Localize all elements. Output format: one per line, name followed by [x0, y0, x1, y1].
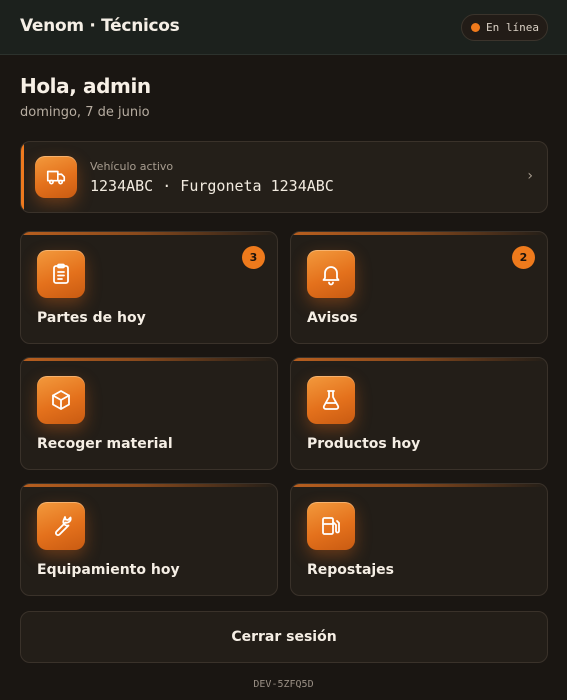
current-date: domingo, 7 de junio — [20, 105, 150, 120]
app-title: Venom · Técnicos — [20, 16, 180, 36]
clipboard-icon — [37, 250, 85, 298]
vehicle-value: 1234ABC · Furgoneta 1234ABC — [90, 177, 334, 195]
status-badge: En línea — [461, 14, 548, 41]
tile-accent-line — [21, 484, 277, 487]
tile-equipamiento-hoy[interactable]: Equipamiento hoy — [20, 483, 278, 596]
tile-label: Partes de hoy — [37, 310, 146, 326]
status-text: En línea — [486, 21, 539, 34]
tile-label: Recoger material — [37, 436, 173, 452]
tile-repostajes[interactable]: Repostajes — [290, 483, 548, 596]
count-badge: 2 — [512, 246, 535, 269]
tile-recoger-material[interactable]: Recoger material — [20, 357, 278, 470]
device-id: DEV-5ZFQ5D — [253, 679, 314, 690]
fuel-pump-icon — [307, 502, 355, 550]
chevron-right-icon: › — [527, 168, 533, 184]
active-vehicle-card[interactable]: Vehículo activo 1234ABC · Furgoneta 1234… — [20, 141, 548, 213]
truck-icon — [35, 156, 77, 198]
tile-avisos[interactable]: Avisos 2 — [290, 231, 548, 344]
wrench-icon — [37, 502, 85, 550]
tile-accent-line — [291, 232, 547, 235]
logout-button[interactable]: Cerrar sesión — [20, 611, 548, 663]
count-badge: 3 — [242, 246, 265, 269]
tile-productos-hoy[interactable]: Productos hoy — [290, 357, 548, 470]
tile-label: Productos hoy — [307, 436, 421, 452]
vehicle-card-accent — [21, 142, 24, 212]
tile-partes-de-hoy[interactable]: Partes de hoy 3 — [20, 231, 278, 344]
greeting-title: Hola, admin — [20, 74, 151, 98]
tile-accent-line — [291, 358, 547, 361]
tile-label: Repostajes — [307, 562, 395, 578]
app-header: Venom · Técnicos En línea — [0, 0, 567, 55]
vehicle-label: Vehículo activo — [90, 160, 174, 173]
flask-icon — [307, 376, 355, 424]
tile-accent-line — [21, 232, 277, 235]
tile-label: Equipamiento hoy — [37, 562, 180, 578]
status-dot-icon — [471, 23, 480, 32]
bell-icon — [307, 250, 355, 298]
tile-accent-line — [291, 484, 547, 487]
tile-label: Avisos — [307, 310, 358, 326]
tile-accent-line — [21, 358, 277, 361]
box-icon — [37, 376, 85, 424]
